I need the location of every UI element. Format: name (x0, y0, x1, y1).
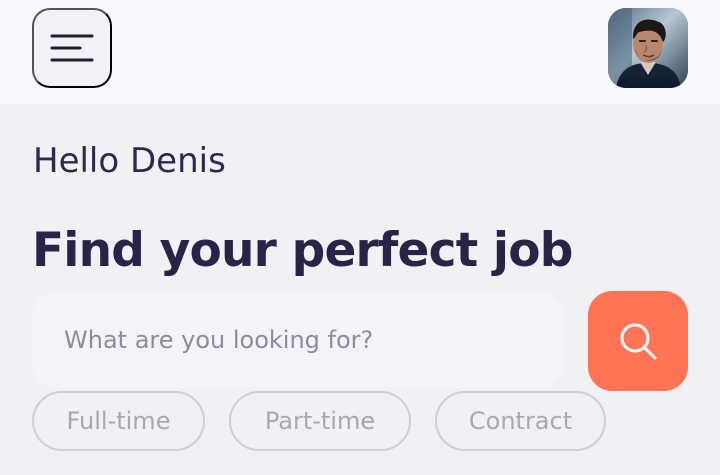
filter-chip-contract[interactable]: Contract (435, 391, 606, 451)
profile-avatar-image (608, 8, 688, 88)
job-type-filters: Full-time Part-time Contract (32, 391, 672, 455)
profile-avatar[interactable] (608, 8, 688, 88)
filter-chip-full-time[interactable]: Full-time (32, 391, 205, 451)
job-search-screen: Hello Denis Find your perfect job Full-t… (0, 0, 720, 475)
top-bar (0, 0, 720, 104)
menu-icon (50, 34, 94, 62)
search-input[interactable] (64, 326, 534, 354)
search-icon (620, 323, 657, 360)
filter-chip-part-time[interactable]: Part-time (229, 391, 411, 451)
search-field[interactable] (32, 292, 564, 388)
page-title: Find your perfect job (32, 223, 573, 279)
search-button[interactable] (588, 291, 688, 391)
greeting-text: Hello Denis (33, 141, 226, 181)
menu-button[interactable] (32, 8, 112, 88)
